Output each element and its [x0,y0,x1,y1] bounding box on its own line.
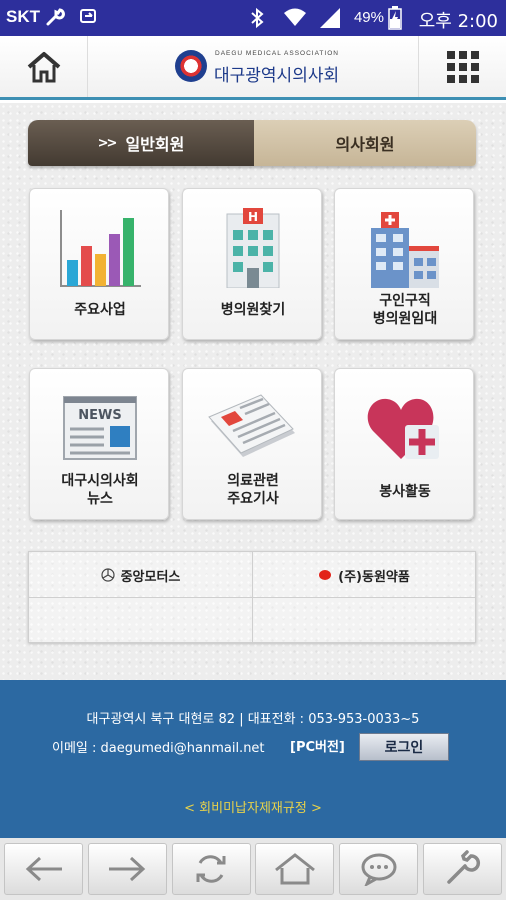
tile-label: 병의원찾기 [220,302,286,318]
news-text: NEWS [78,408,121,423]
chat-bubble-icon [361,853,397,886]
home-icon [27,51,60,82]
bluetooth-icon [248,6,266,34]
tile-label: 주요사업 [74,302,126,318]
sponsor-label: 중앙모터스 [120,569,181,585]
pc-version-link[interactable]: [PC버전] [290,736,345,755]
mercedes-logo-icon [100,568,115,582]
dongwon-logo-icon [319,570,332,580]
clock: 오후 2:00 [418,11,498,32]
sponsor-jungang-motors[interactable]: 중앙모터스 [29,552,252,598]
sponsor-empty-slot [253,598,475,644]
newspaper-icon [183,383,323,473]
sponsor-empty-slot [29,598,252,644]
buildings-icon [335,203,475,293]
battery-percent: 49% [353,9,384,26]
member-tabs: >> 일반회원 의사회원 [28,120,476,166]
home-button[interactable] [255,843,335,895]
svg-text:H: H [248,210,258,224]
tile-label-line1: 구인구직 [379,293,431,309]
logo[interactable]: DAEGU MEDICAL ASSOCIATION 대구광역시의사회 [175,48,345,88]
main-content: >> 일반회원 의사회원 주요사업 H 병의원찾기 구인구직 병의원임대 NEW… [0,103,506,680]
wrench-status-icon [44,6,66,32]
tab-doctor-member[interactable]: 의사회원 [254,120,476,166]
tile-label-line1: 대구시의사회 [61,473,139,489]
hospital-icon: H [183,203,323,293]
bar-chart-icon [30,203,170,293]
tile-main-projects[interactable]: 주요사업 [29,188,169,340]
tile-association-news[interactable]: NEWS 대구시의사회 뉴스 [29,368,169,520]
tab-general-member[interactable]: >> 일반회원 [28,120,254,166]
tile-jobs-rental[interactable]: 구인구직 병의원임대 [334,188,474,340]
back-arrow-icon [25,856,62,882]
battery-icon [388,6,402,34]
heart-plus-icon [335,383,475,473]
tab-label: 일반회원 [125,135,185,154]
news-icon: NEWS [30,383,170,473]
signal-icon [318,6,342,34]
carrier-label: SKT [6,7,40,26]
bottom-toolbar [0,838,506,900]
logo-korean: 대구광역시의사회 [214,66,340,86]
sponsor-label: (주)동원약품 [338,569,410,585]
settings-button[interactable] [422,843,502,895]
tile-label: 봉사활동 [379,484,431,500]
sponsor-banner: 중앙모터스 (주)동원약품 [28,551,476,644]
emblem-icon [175,50,207,82]
header-menu-button[interactable] [418,36,506,97]
dues-policy-link[interactable]: < 회비미납자제재규정 > [0,797,506,816]
sponsor-dongwon[interactable]: (주)동원약품 [253,552,475,598]
footer: 대구광역시 북구 대현로 82 | 대표전화 : 053-953-0033~5 … [0,680,506,838]
tile-label-line2: 주요기사 [227,491,279,507]
status-bar: SKT 49% 오후 2:00 [0,0,506,36]
forward-arrow-icon [109,856,146,882]
sync-status-icon [78,6,100,32]
tile-find-hospital[interactable]: H 병의원찾기 [182,188,322,340]
wifi-icon [282,6,308,34]
back-button[interactable] [4,843,83,895]
tile-label-line1: 의료관련 [227,473,279,489]
logo-english: DAEGU MEDICAL ASSOCIATION [215,50,339,57]
refresh-button[interactable] [171,843,251,895]
forward-button[interactable] [87,843,167,895]
tile-label-line2: 뉴스 [87,491,113,507]
tab-label: 의사회원 [335,135,395,154]
app-header: DAEGU MEDICAL ASSOCIATION 대구광역시의사회 [0,36,506,100]
footer-address: 대구광역시 북구 대현로 82 | 대표전화 : 053-953-0033~5 [86,712,420,727]
home-icon [274,853,315,885]
grid-menu-icon [446,50,479,83]
tile-medical-articles[interactable]: 의료관련 주요기사 [182,368,322,520]
tile-label-line2: 병의원임대 [372,311,438,327]
tile-volunteer[interactable]: 봉사활동 [334,368,474,520]
wrench-icon [447,850,481,884]
refresh-icon [196,855,226,883]
header-home-button[interactable] [0,36,88,97]
tab-prefix: >> [97,135,118,151]
chat-button[interactable] [339,843,419,895]
login-button[interactable]: 로그인 [359,733,449,761]
footer-email: 이메일 : daegumedi@hanmail.net [52,741,265,756]
